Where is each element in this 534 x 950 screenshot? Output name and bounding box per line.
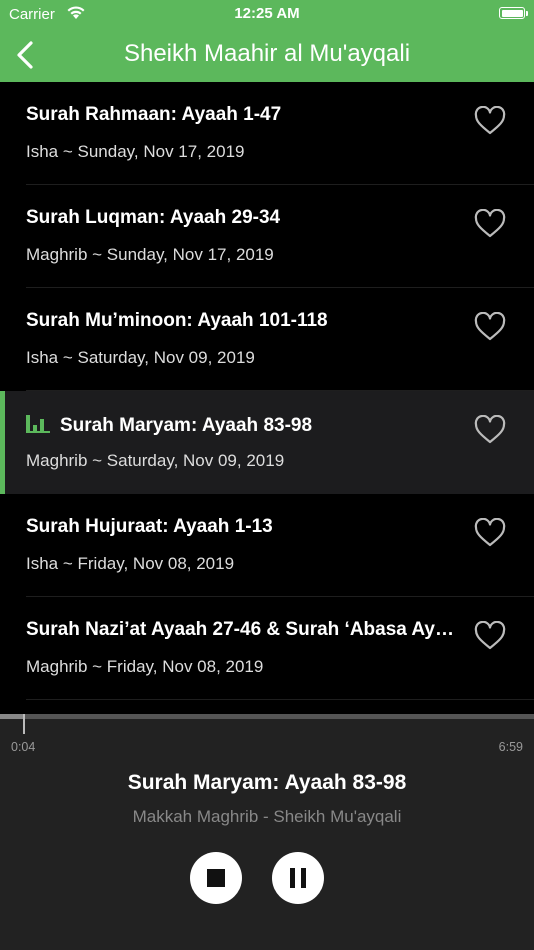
- item-title-row: Surah Maryam: Ayaah 83-98: [26, 413, 462, 437]
- list-item[interactable]: Surah Mu’minoon: Ayaah 101-118 Isha ~ Sa…: [0, 288, 534, 391]
- list-item[interactable]: Surah Nazi’at Ayaah 27-46 & Surah ‘Abasa…: [0, 597, 534, 700]
- stop-button[interactable]: [190, 852, 242, 904]
- heart-icon[interactable]: [474, 518, 506, 548]
- item-subtitle: Isha ~ Friday, Nov 08, 2019: [26, 554, 235, 573]
- progress-slider[interactable]: [0, 714, 534, 719]
- list-item[interactable]: Surah Luqman: Ayaah 29-34 Maghrib ~ Sund…: [0, 185, 534, 288]
- list-item-now-playing[interactable]: Surah Maryam: Ayaah 83-98 Maghrib ~ Satu…: [0, 391, 534, 494]
- item-title: Surah Mu’minoon: Ayaah 101-118: [26, 310, 328, 331]
- item-subtitle: Maghrib ~ Friday, Nov 08, 2019: [26, 657, 264, 676]
- heart-icon[interactable]: [474, 621, 506, 651]
- item-title: Surah Rahmaan: Ayaah 1-47: [26, 104, 282, 125]
- now-playing-title: Surah Maryam: Ayaah 83-98: [127, 771, 407, 794]
- heart-icon[interactable]: [474, 106, 506, 136]
- status-time: 12:25 AM: [234, 5, 300, 22]
- recitation-list[interactable]: Surah Rahmaan: Ayaah 1-47 Isha ~ Sunday,…: [0, 82, 534, 714]
- item-subtitle: Maghrib ~ Sunday, Nov 17, 2019: [26, 245, 274, 264]
- heart-icon[interactable]: [474, 209, 506, 239]
- battery-tip: [526, 11, 528, 16]
- pause-button[interactable]: [272, 852, 324, 904]
- now-playing-subtitle: Makkah Maghrib - Sheikh Mu'ayqali: [132, 807, 402, 826]
- list-item[interactable]: Surah Hujuraat: Ayaah 1-13 Isha ~ Friday…: [0, 494, 534, 597]
- elapsed-time: 0:04: [11, 740, 36, 754]
- item-title: Surah Hujuraat: Ayaah 1-13: [26, 516, 273, 537]
- row-divider: [26, 699, 534, 700]
- item-subtitle: Isha ~ Saturday, Nov 09, 2019: [26, 348, 255, 367]
- item-subtitle: Maghrib ~ Saturday, Nov 09, 2019: [26, 451, 285, 470]
- chevron-left-icon[interactable]: [14, 40, 38, 70]
- nav-bar: Sheikh Maahir al Mu'ayqali: [0, 28, 534, 82]
- battery-icon: [499, 7, 525, 19]
- list-item[interactable]: Surah Rahmaan: Ayaah 1-47 Isha ~ Sunday,…: [0, 82, 534, 185]
- progress-fill: [0, 714, 24, 719]
- item-title: Surah Luqman: Ayaah 29-34: [26, 207, 281, 228]
- status-bar: Carrier 12:25 AM: [0, 0, 534, 28]
- heart-icon[interactable]: [474, 312, 506, 342]
- stop-icon: [207, 869, 225, 887]
- page-title: Sheikh Maahir al Mu'ayqali: [123, 40, 411, 67]
- item-subtitle: Isha ~ Sunday, Nov 17, 2019: [26, 142, 245, 161]
- progress-thumb[interactable]: [23, 714, 25, 734]
- total-time: 6:59: [498, 740, 523, 754]
- item-title: Surah Nazi’at Ayaah 27-46 & Surah ‘Abasa…: [26, 619, 462, 640]
- active-indicator: [0, 391, 5, 494]
- heart-icon[interactable]: [474, 415, 506, 445]
- audio-player: 0:04 6:59 Surah Maryam: Ayaah 83-98 Makk…: [0, 714, 534, 950]
- equalizer-icon: [26, 415, 50, 433]
- item-title: Surah Maryam: Ayaah 83-98: [60, 415, 313, 436]
